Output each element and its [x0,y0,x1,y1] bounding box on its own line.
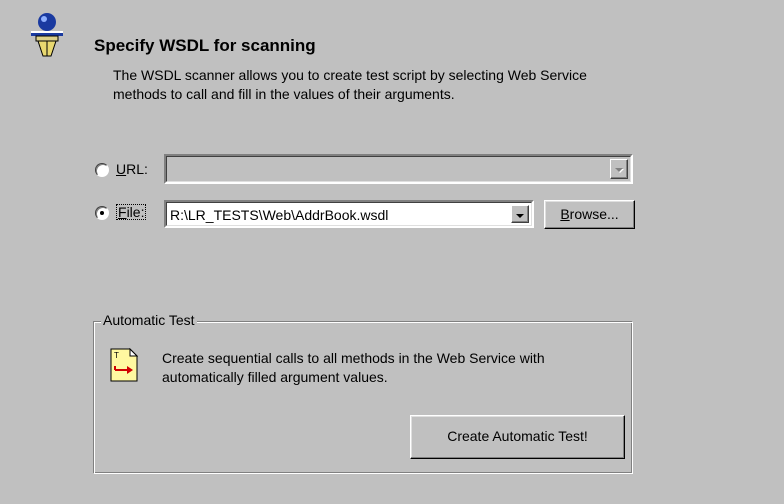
url-label[interactable]: URL: [116,161,148,177]
wizard-person-icon [31,13,63,57]
automatic-test-group-title: Automatic Test [101,312,197,328]
browse-button[interactable]: Browse... [544,200,635,229]
file-radio[interactable] [95,206,109,220]
browse-label-text: rowse... [569,206,619,222]
browse-label-accel: B [560,206,570,222]
url-label-text: RL: [126,161,148,177]
document-arrow-icon: T [110,348,138,382]
url-dropdown-button[interactable] [610,159,628,179]
file-label[interactable]: File: [116,204,147,220]
url-radio[interactable] [95,163,109,177]
page-title: Specify WSDL for scanning [94,36,316,55]
svg-text:T: T [114,351,119,360]
file-dropdown-button[interactable] [511,205,529,223]
automatic-test-description: Create sequential calls to all methods i… [162,350,545,385]
page-description: The WSDL scanner allows you to create te… [113,67,587,102]
url-combobox[interactable] [164,154,633,184]
chevron-down-icon [615,168,623,172]
url-combobox-frame [166,156,631,182]
file-combobox[interactable]: R:\LR_TESTS\Web\AddrBook.wsdl [164,200,534,228]
create-automatic-test-button[interactable]: Create Automatic Test! [410,415,625,459]
chevron-down-icon [516,214,524,218]
file-label-text: ile: [126,204,145,220]
wsdl-wizard-dialog: Specify WSDL for scanning The WSDL scann… [0,0,784,504]
file-path-value[interactable]: R:\LR_TESTS\Web\AddrBook.wsdl [170,207,388,223]
url-label-accel: U [116,161,127,177]
file-label-accel: F [118,204,127,220]
